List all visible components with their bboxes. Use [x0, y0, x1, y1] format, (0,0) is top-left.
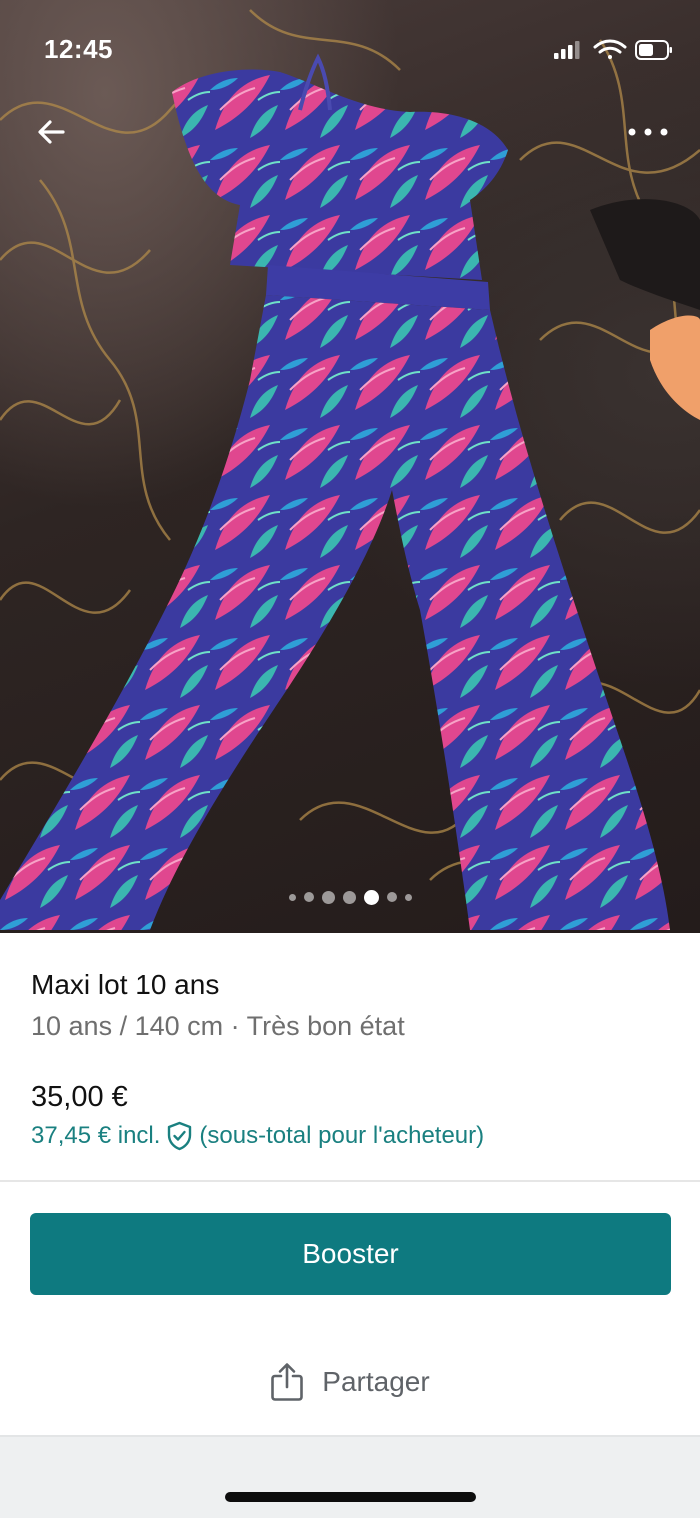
wifi-icon: [593, 39, 627, 59]
page-dot[interactable]: [386, 892, 397, 902]
battery-icon: [635, 40, 672, 60]
share-label: Partager: [322, 1366, 430, 1397]
buyer-protection-price[interactable]: 37,45 € incl. (sous-total pour l'acheteu…: [31, 1121, 484, 1151]
share-icon: [271, 1363, 304, 1401]
page-dot[interactable]: [404, 893, 412, 901]
cellular-signal-icon: [554, 41, 580, 59]
price-incl-amount: 37,45 € incl.: [31, 1122, 161, 1149]
page-dot[interactable]: [321, 890, 335, 904]
item-details: Maxi lot 10 ans 10 ans / 140 cm · Très b…: [0, 933, 700, 1181]
arrow-left-icon: [38, 120, 65, 144]
item-subtitle: 10 ans / 140 cm · Très bon état: [31, 1011, 405, 1041]
shield-check-icon: [168, 1121, 192, 1151]
section-divider: [0, 1180, 700, 1182]
gallery-pagination[interactable]: [0, 888, 700, 906]
page-dot[interactable]: [303, 892, 314, 902]
price-incl-note: (sous-total pour l'acheteur): [199, 1122, 485, 1149]
bottom-divider: [0, 1435, 700, 1437]
booster-button[interactable]: Booster: [30, 1213, 671, 1295]
page-dot-active[interactable]: [363, 889, 379, 905]
item-title: Maxi lot 10 ans: [31, 969, 220, 1000]
more-horizontal-icon: [628, 128, 668, 136]
bottom-area: [0, 1435, 700, 1518]
page-dot[interactable]: [342, 890, 356, 904]
product-photo[interactable]: 12:45: [0, 0, 700, 933]
share-button[interactable]: Partager: [0, 1352, 700, 1412]
status-icons: [554, 39, 672, 60]
status-time: 12:45: [44, 34, 113, 64]
item-price: 35,00 €: [31, 1081, 128, 1113]
more-options-button[interactable]: [620, 108, 676, 156]
page-dot[interactable]: [288, 893, 296, 901]
back-button[interactable]: [28, 108, 76, 156]
product-photo-illustration: [0, 9, 700, 930]
status-bar: 12:45: [0, 0, 700, 100]
home-indicator[interactable]: [225, 1492, 476, 1502]
